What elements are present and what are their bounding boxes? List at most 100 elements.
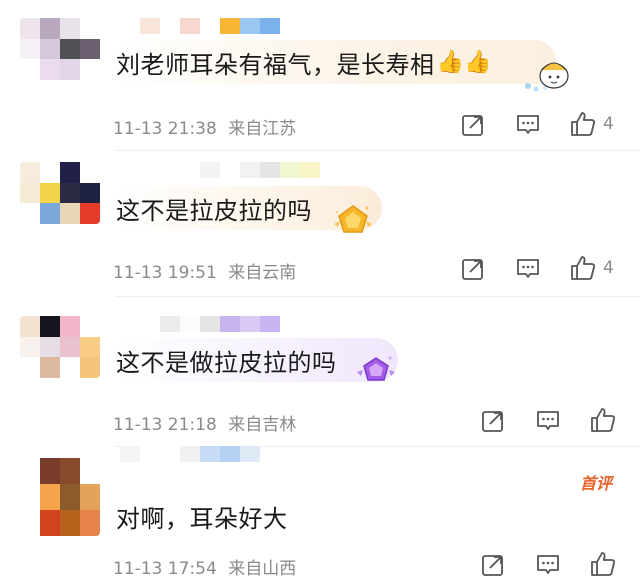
username-blurred[interactable] [120,446,260,462]
username-mosaic-cell [140,18,160,34]
comment-text: 刘老师耳朵有福气，是长寿相 [116,50,435,79]
comment-item: 这不是拉皮拉的吗 11-13 19:51 来自云南 4 [0,150,640,296]
avatar-mosaic-cell [60,162,80,183]
username-mosaic-cell [220,316,240,332]
username-mosaic-cell [160,18,180,34]
avatar-mosaic-cell [80,162,100,183]
username-mosaic-cell [240,162,260,178]
avatar-mosaic-cell [20,458,40,484]
gold-badge-icon [330,202,376,240]
username-mosaic-cell [300,162,320,178]
avatar-mosaic-cell [80,18,100,39]
avatar-mosaic-cell [40,357,60,378]
avatar-mosaic-cell [40,484,60,510]
avatar[interactable] [20,316,100,378]
username-blurred[interactable] [180,162,320,178]
location: 来自云南 [228,263,297,283]
mascot-sticker-icon [520,52,572,94]
avatar-mosaic-cell [40,336,60,358]
share-icon[interactable] [460,112,486,138]
comment-text: 这不是做拉皮拉的吗 [116,348,337,377]
avatar-mosaic-cell [60,38,80,60]
avatar-mosaic-cell [40,38,60,60]
avatar-mosaic-cell [20,484,40,510]
thumbs-up-icon[interactable] [569,110,596,136]
avatar-mosaic-cell [40,162,60,183]
avatar-mosaic-cell [80,59,100,80]
username-blurred[interactable] [140,18,280,34]
timestamp: 11-13 21:38 [113,119,217,139]
comment-icon[interactable] [515,256,541,282]
comment-icon[interactable] [535,552,561,578]
thumbs-up-icon[interactable] [569,254,596,280]
share-icon[interactable] [480,408,506,434]
avatar-mosaic-cell [20,336,40,358]
comment-meta: 11-13 21:38 来自江苏 [113,114,296,139]
username-mosaic-cell [260,316,280,332]
avatar-mosaic-cell [60,510,80,536]
thumbs-up-icon[interactable] [589,406,616,432]
avatar-mosaic-cell [80,484,100,510]
avatar[interactable] [20,458,100,536]
username-mosaic-cell [180,316,200,332]
avatar-mosaic-cell [80,203,100,224]
username-mosaic-cell [240,446,260,462]
avatar-mosaic-cell [40,182,60,204]
avatar-mosaic-cell [60,203,80,224]
username-mosaic-cell [180,446,200,462]
comment-icon[interactable] [535,408,561,434]
avatar-mosaic-cell [60,316,80,337]
comment-meta: 11-13 21:18 来自吉林 [113,410,296,435]
comment-text-row: 对啊，耳朵好大 [110,494,298,538]
comment-text: 这不是拉皮拉的吗 [116,196,312,225]
location: 来自江苏 [228,119,297,139]
avatar-mosaic-cell [80,510,100,536]
username-mosaic-cell [240,18,260,34]
avatar-mosaic-cell [40,316,60,337]
share-icon[interactable] [460,256,486,282]
username-mosaic-cell [220,162,240,178]
avatar-mosaic-cell [40,458,60,484]
avatar-mosaic-cell [40,510,60,536]
avatar-mosaic-cell [60,336,80,358]
purple-badge-icon [354,354,398,388]
avatar-mosaic-cell [40,59,60,80]
username-mosaic-cell [240,316,260,332]
comment-item: 首评 对啊，耳朵好大 11-13 17:54 来自山西 [0,446,640,586]
avatar[interactable] [20,18,100,80]
avatar-mosaic-cell [60,357,80,378]
comment-icon[interactable] [515,112,541,138]
avatar-mosaic-cell [60,18,80,39]
avatar-mosaic-cell [20,182,40,204]
avatar[interactable] [20,162,100,224]
thumbs-emoji-icon: 👍👍 [436,49,493,75]
username-mosaic-cell [260,162,280,178]
timestamp: 11-13 17:54 [113,559,217,579]
avatar-mosaic-cell [80,458,100,484]
username-mosaic-cell [220,446,240,462]
avatar-mosaic-cell [80,38,100,60]
username-mosaic-cell [200,162,220,178]
username-mosaic-cell [280,162,300,178]
thumbs-up-icon[interactable] [589,550,616,576]
avatar-mosaic-cell [20,316,40,337]
username-mosaic-cell [260,18,280,34]
avatar-mosaic-cell [80,357,100,378]
timestamp: 11-13 19:51 [113,263,217,283]
avatar-mosaic-cell [80,316,100,337]
avatar-mosaic-cell [40,203,60,224]
avatar-mosaic-cell [20,59,40,80]
username-mosaic-cell [160,446,180,462]
avatar-mosaic-cell [60,182,80,204]
comment-text: 对啊，耳朵好大 [116,504,288,533]
username-mosaic-cell [200,316,220,332]
share-icon[interactable] [480,552,506,578]
avatar-mosaic-cell [20,162,40,183]
avatar-mosaic-cell [20,38,40,60]
timestamp: 11-13 21:18 [113,415,217,435]
avatar-mosaic-cell [80,182,100,204]
like-count: 4 [603,114,614,134]
username-mosaic-cell [180,18,200,34]
username-blurred[interactable] [140,316,280,332]
location: 来自吉林 [228,415,297,435]
